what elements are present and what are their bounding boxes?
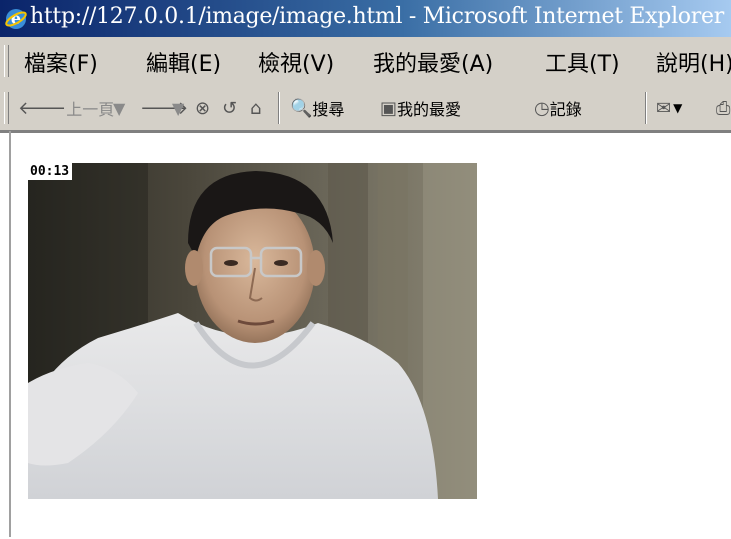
print-icon: ⎙ xyxy=(716,97,731,119)
menu-edit[interactable]: 編輯(E) xyxy=(146,46,221,78)
mail-button[interactable]: ✉ ▼ xyxy=(656,94,682,122)
window-title: http://127.0.0.1/image/image.html - Micr… xyxy=(30,4,724,29)
stop-icon: ⊗ xyxy=(195,97,211,119)
chevron-down-icon: ▼ xyxy=(113,98,126,118)
print-button[interactable]: ⎙ xyxy=(716,94,730,122)
history-icon: ◷ xyxy=(534,97,550,119)
refresh-icon: ↺ xyxy=(222,97,238,119)
chevron-down-icon: ▼ xyxy=(673,101,683,115)
menu-help[interactable]: 說明(H) xyxy=(656,46,731,78)
search-label: 搜尋 xyxy=(312,100,345,119)
internet-explorer-icon: e xyxy=(5,9,27,29)
forward-dropdown[interactable]: ▼ xyxy=(172,94,184,122)
stop-button[interactable]: ⊗ xyxy=(195,94,210,122)
webcam-image xyxy=(28,163,477,499)
toolbar-grip[interactable] xyxy=(4,92,9,124)
toolbar-separator xyxy=(645,92,647,124)
chevron-down-icon: ▼ xyxy=(172,98,185,118)
title-bar: e http://127.0.0.1/image/image.html - Mi… xyxy=(0,0,731,37)
history-label: 記錄 xyxy=(549,100,582,119)
menu-file[interactable]: 檔案(F) xyxy=(24,46,98,78)
back-arrow-icon: 🡐 xyxy=(18,97,67,119)
home-icon: ⌂ xyxy=(250,97,262,119)
search-button[interactable]: 🔍 搜尋 xyxy=(290,94,344,122)
menu-tools[interactable]: 工具(T) xyxy=(545,46,620,78)
home-button[interactable]: ⌂ xyxy=(250,94,261,122)
back-button[interactable]: 🡐 上一頁 xyxy=(18,94,114,122)
search-icon: 🔍 xyxy=(290,97,313,119)
history-button[interactable]: ◷ 記錄 xyxy=(534,94,582,122)
menu-view[interactable]: 檢視(V) xyxy=(258,46,334,78)
standard-toolbar: 🡐 上一頁 ▼ 🡒 ▼ ⊗ ↺ ⌂ 🔍 搜尋 ▣ 我的最愛 ◷ 記錄 ✉ ▼ ⎙ xyxy=(0,86,731,131)
page-frame-border xyxy=(9,131,11,537)
favorites-icon: ▣ xyxy=(380,97,398,119)
refresh-button[interactable]: ↺ xyxy=(222,94,237,122)
webcam-photo xyxy=(28,163,477,499)
menu-favorites[interactable]: 我的最愛(A) xyxy=(373,46,493,78)
back-dropdown[interactable]: ▼ xyxy=(113,94,125,122)
menu-bar: 檔案(F) 編輯(E) 檢視(V) 我的最愛(A) 工具(T) 說明(H) xyxy=(0,37,731,87)
favorites-label: 我的最愛 xyxy=(397,100,462,119)
back-label: 上一頁 xyxy=(66,100,115,119)
webcam-timestamp: 00:13 xyxy=(28,163,73,180)
menubar-grip[interactable] xyxy=(4,45,9,77)
toolbar-separator xyxy=(278,92,280,124)
mail-icon: ✉ xyxy=(656,97,672,119)
favorites-button[interactable]: ▣ 我的最愛 xyxy=(380,94,461,122)
